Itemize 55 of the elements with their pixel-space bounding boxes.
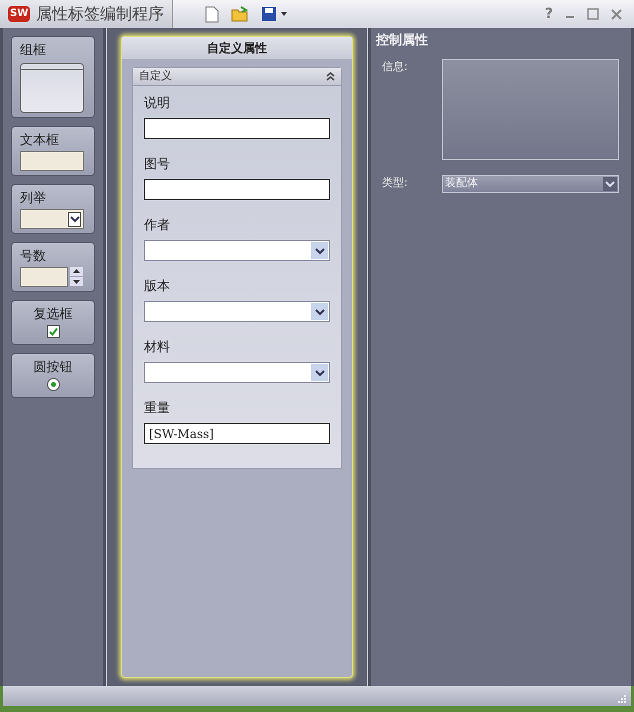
field-label: 材料: [144, 339, 171, 357]
chevron-down-icon: [314, 246, 324, 254]
save-icon[interactable]: [261, 6, 278, 22]
groupbox-preview: [20, 63, 84, 113]
group-header[interactable]: 自定义: [133, 68, 341, 86]
toolbox-item[interactable]: 复选框: [11, 300, 95, 345]
chevron-down-icon: [314, 308, 324, 316]
toolbox-item[interactable]: 组框: [11, 36, 95, 118]
toolbox-item[interactable]: 文本框: [11, 126, 95, 176]
text-field[interactable]: [144, 179, 330, 200]
close-icon[interactable]: [611, 8, 622, 20]
resize-grip-icon[interactable]: [617, 694, 627, 704]
text-field[interactable]: [144, 118, 330, 139]
toolbox-label: 号数: [20, 248, 46, 266]
toolbox-item[interactable]: 圆按钮: [11, 353, 95, 398]
field-label: 重量: [144, 400, 171, 418]
checkbox[interactable]: [46, 325, 60, 338]
maximize-icon[interactable]: [587, 8, 599, 20]
help-button[interactable]: ?: [544, 4, 553, 24]
window-title: 属性标签编制程序: [36, 3, 164, 25]
info-label: 信息:: [382, 58, 409, 74]
toolbox-item[interactable]: 号数: [11, 242, 95, 292]
caret-icon[interactable]: [281, 12, 288, 16]
type-label: 类型:: [382, 175, 409, 192]
toolbox-label: 复选框: [34, 306, 72, 324]
spin-up-icon[interactable]: [70, 267, 83, 276]
text-field[interactable]: [SW-Mass]: [144, 423, 330, 444]
radio-button[interactable]: [46, 378, 60, 391]
type-value: 装配体: [445, 175, 478, 192]
dropdown-field[interactable]: [144, 301, 330, 322]
app-logo: SW: [8, 6, 30, 22]
collapse-icon[interactable]: [326, 72, 335, 81]
folder-icon[interactable]: [231, 6, 250, 22]
info-text-area[interactable]: [442, 58, 619, 160]
toolbox-item[interactable]: 列举: [11, 184, 95, 234]
new-document-icon[interactable]: [205, 6, 220, 22]
toolbox-label: 列举: [20, 190, 46, 208]
dropdown-field[interactable]: [144, 240, 330, 261]
spin-down-icon[interactable]: [70, 277, 83, 286]
chevron-down-icon: [605, 180, 615, 188]
chevron-down-icon: [314, 368, 324, 376]
field-label: 作者: [144, 217, 171, 235]
field-label: 说明: [144, 95, 171, 113]
textbox-preview: [20, 151, 84, 171]
check-icon: [48, 327, 58, 336]
chevron-down-icon: [70, 215, 80, 223]
field-label: 图号: [144, 156, 171, 174]
field-label: 版本: [144, 278, 171, 296]
toolbox-label: 文本框: [20, 132, 59, 150]
dropdown-field[interactable]: [144, 362, 330, 383]
properties-title: 控制属性: [376, 32, 429, 50]
group-title: 自定义: [139, 68, 172, 84]
toolbox-label: 圆按钮: [34, 359, 72, 377]
toolbox-label: 组框: [20, 42, 46, 60]
form-title: 自定义属性: [122, 37, 352, 59]
